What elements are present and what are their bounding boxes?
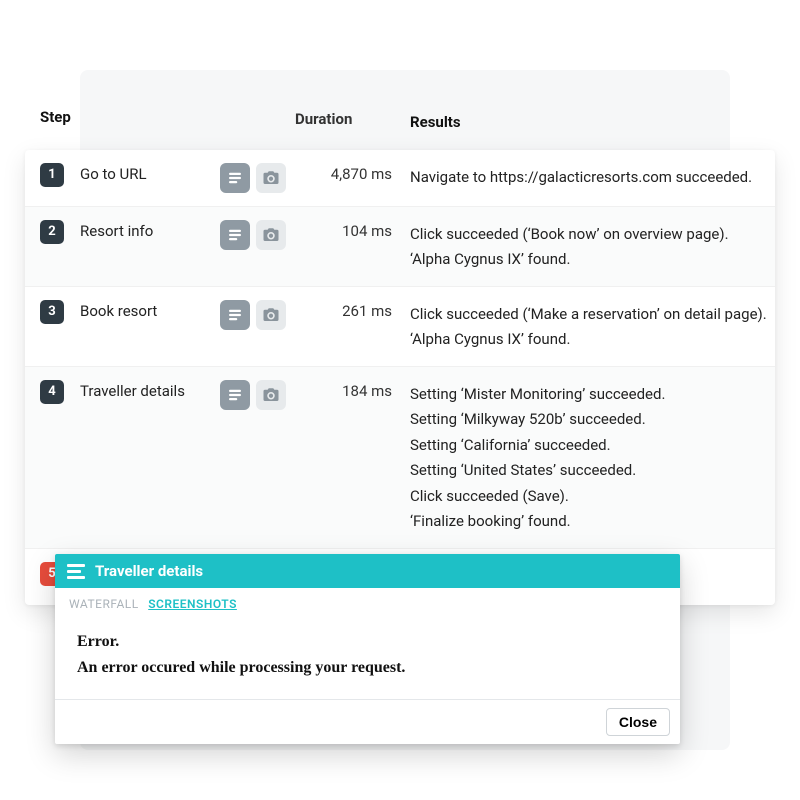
step-name: Resort info [80, 220, 220, 240]
log-icon[interactable] [220, 163, 250, 193]
close-button[interactable]: Close [606, 708, 670, 736]
step-name: Book resort [80, 300, 220, 320]
table-row[interactable]: 2 Resort info 104 msClick succeeded (‘Book… [25, 207, 775, 287]
log-icon[interactable] [220, 300, 250, 330]
result-line: Setting ‘California’ succeeded. [410, 433, 760, 459]
step-number-badge: 2 [40, 220, 64, 244]
error-message: An error occured while processing your r… [77, 659, 658, 677]
camera-icon[interactable] [256, 300, 286, 330]
table-row[interactable]: 1 Go to URL 4,870 msNavigate to https://ga… [25, 150, 775, 207]
result-line: Navigate to https://galacticresorts.com … [410, 165, 760, 191]
camera-icon[interactable] [256, 163, 286, 193]
detail-title: Traveller details [95, 562, 203, 580]
result-line: ‘Finalize booking’ found. [410, 509, 760, 535]
header-results: Results [410, 108, 775, 136]
result-line: Setting ‘Mister Monitoring’ succeeded. [410, 382, 760, 408]
step-name: Traveller details [80, 380, 220, 400]
header-duration: Duration [295, 108, 410, 128]
step-duration: 261 ms [295, 300, 410, 320]
step-results: Click succeeded (‘Book now’ on overview … [410, 220, 775, 273]
step-number-badge: 4 [40, 380, 64, 404]
step-results: Setting ‘Mister Monitoring’ succeeded.Se… [410, 380, 775, 535]
header-step: Step [25, 108, 80, 126]
step-name: Go to URL [80, 163, 220, 183]
step-duration: 104 ms [295, 220, 410, 240]
menu-icon [67, 564, 85, 579]
result-line: Setting ‘Milkyway 520b’ succeeded. [410, 407, 760, 433]
table-row[interactable]: 3 Book resort 261 msClick succeeded (‘Make… [25, 287, 775, 367]
detail-tabs: WATERFALL SCREENSHOTS [55, 588, 680, 615]
result-line: Click succeeded (Save). [410, 484, 760, 510]
result-line: Setting ‘United States’ succeeded. [410, 458, 760, 484]
tab-screenshots[interactable]: SCREENSHOTS [148, 597, 237, 611]
table-row[interactable]: 4 Traveller details 184 msSetting ‘Mister … [25, 367, 775, 549]
result-line: Click succeeded (‘Make a reservation’ on… [410, 302, 767, 328]
detail-body: Error. An error occured while processing… [55, 615, 680, 699]
step-duration: 4,870 ms [295, 163, 410, 183]
step-duration: 184 ms [295, 380, 410, 400]
result-line: Click succeeded (‘Book now’ on overview … [410, 222, 760, 248]
steps-table: Step Duration Results 1 Go to URL 4,870 ms… [25, 92, 775, 605]
step-number-badge: 3 [40, 300, 64, 324]
result-line: ‘Alpha Cygnus IX’ found. [410, 327, 767, 353]
step-number-badge: 1 [40, 163, 64, 187]
table-header: Step Duration Results [25, 92, 775, 150]
step-detail-panel: Traveller details WATERFALL SCREENSHOTS … [55, 554, 680, 744]
step-results: Click succeeded (‘Make a reservation’ on… [410, 300, 775, 353]
step-results: Navigate to https://galacticresorts.com … [410, 163, 775, 191]
error-title: Error. [77, 633, 658, 651]
tab-waterfall[interactable]: WATERFALL [69, 597, 139, 611]
log-icon[interactable] [220, 380, 250, 410]
detail-footer: Close [55, 699, 680, 744]
detail-header[interactable]: Traveller details [55, 554, 680, 588]
log-icon[interactable] [220, 220, 250, 250]
camera-icon[interactable] [256, 380, 286, 410]
camera-icon[interactable] [256, 220, 286, 250]
result-line: ‘Alpha Cygnus IX’ found. [410, 247, 760, 273]
